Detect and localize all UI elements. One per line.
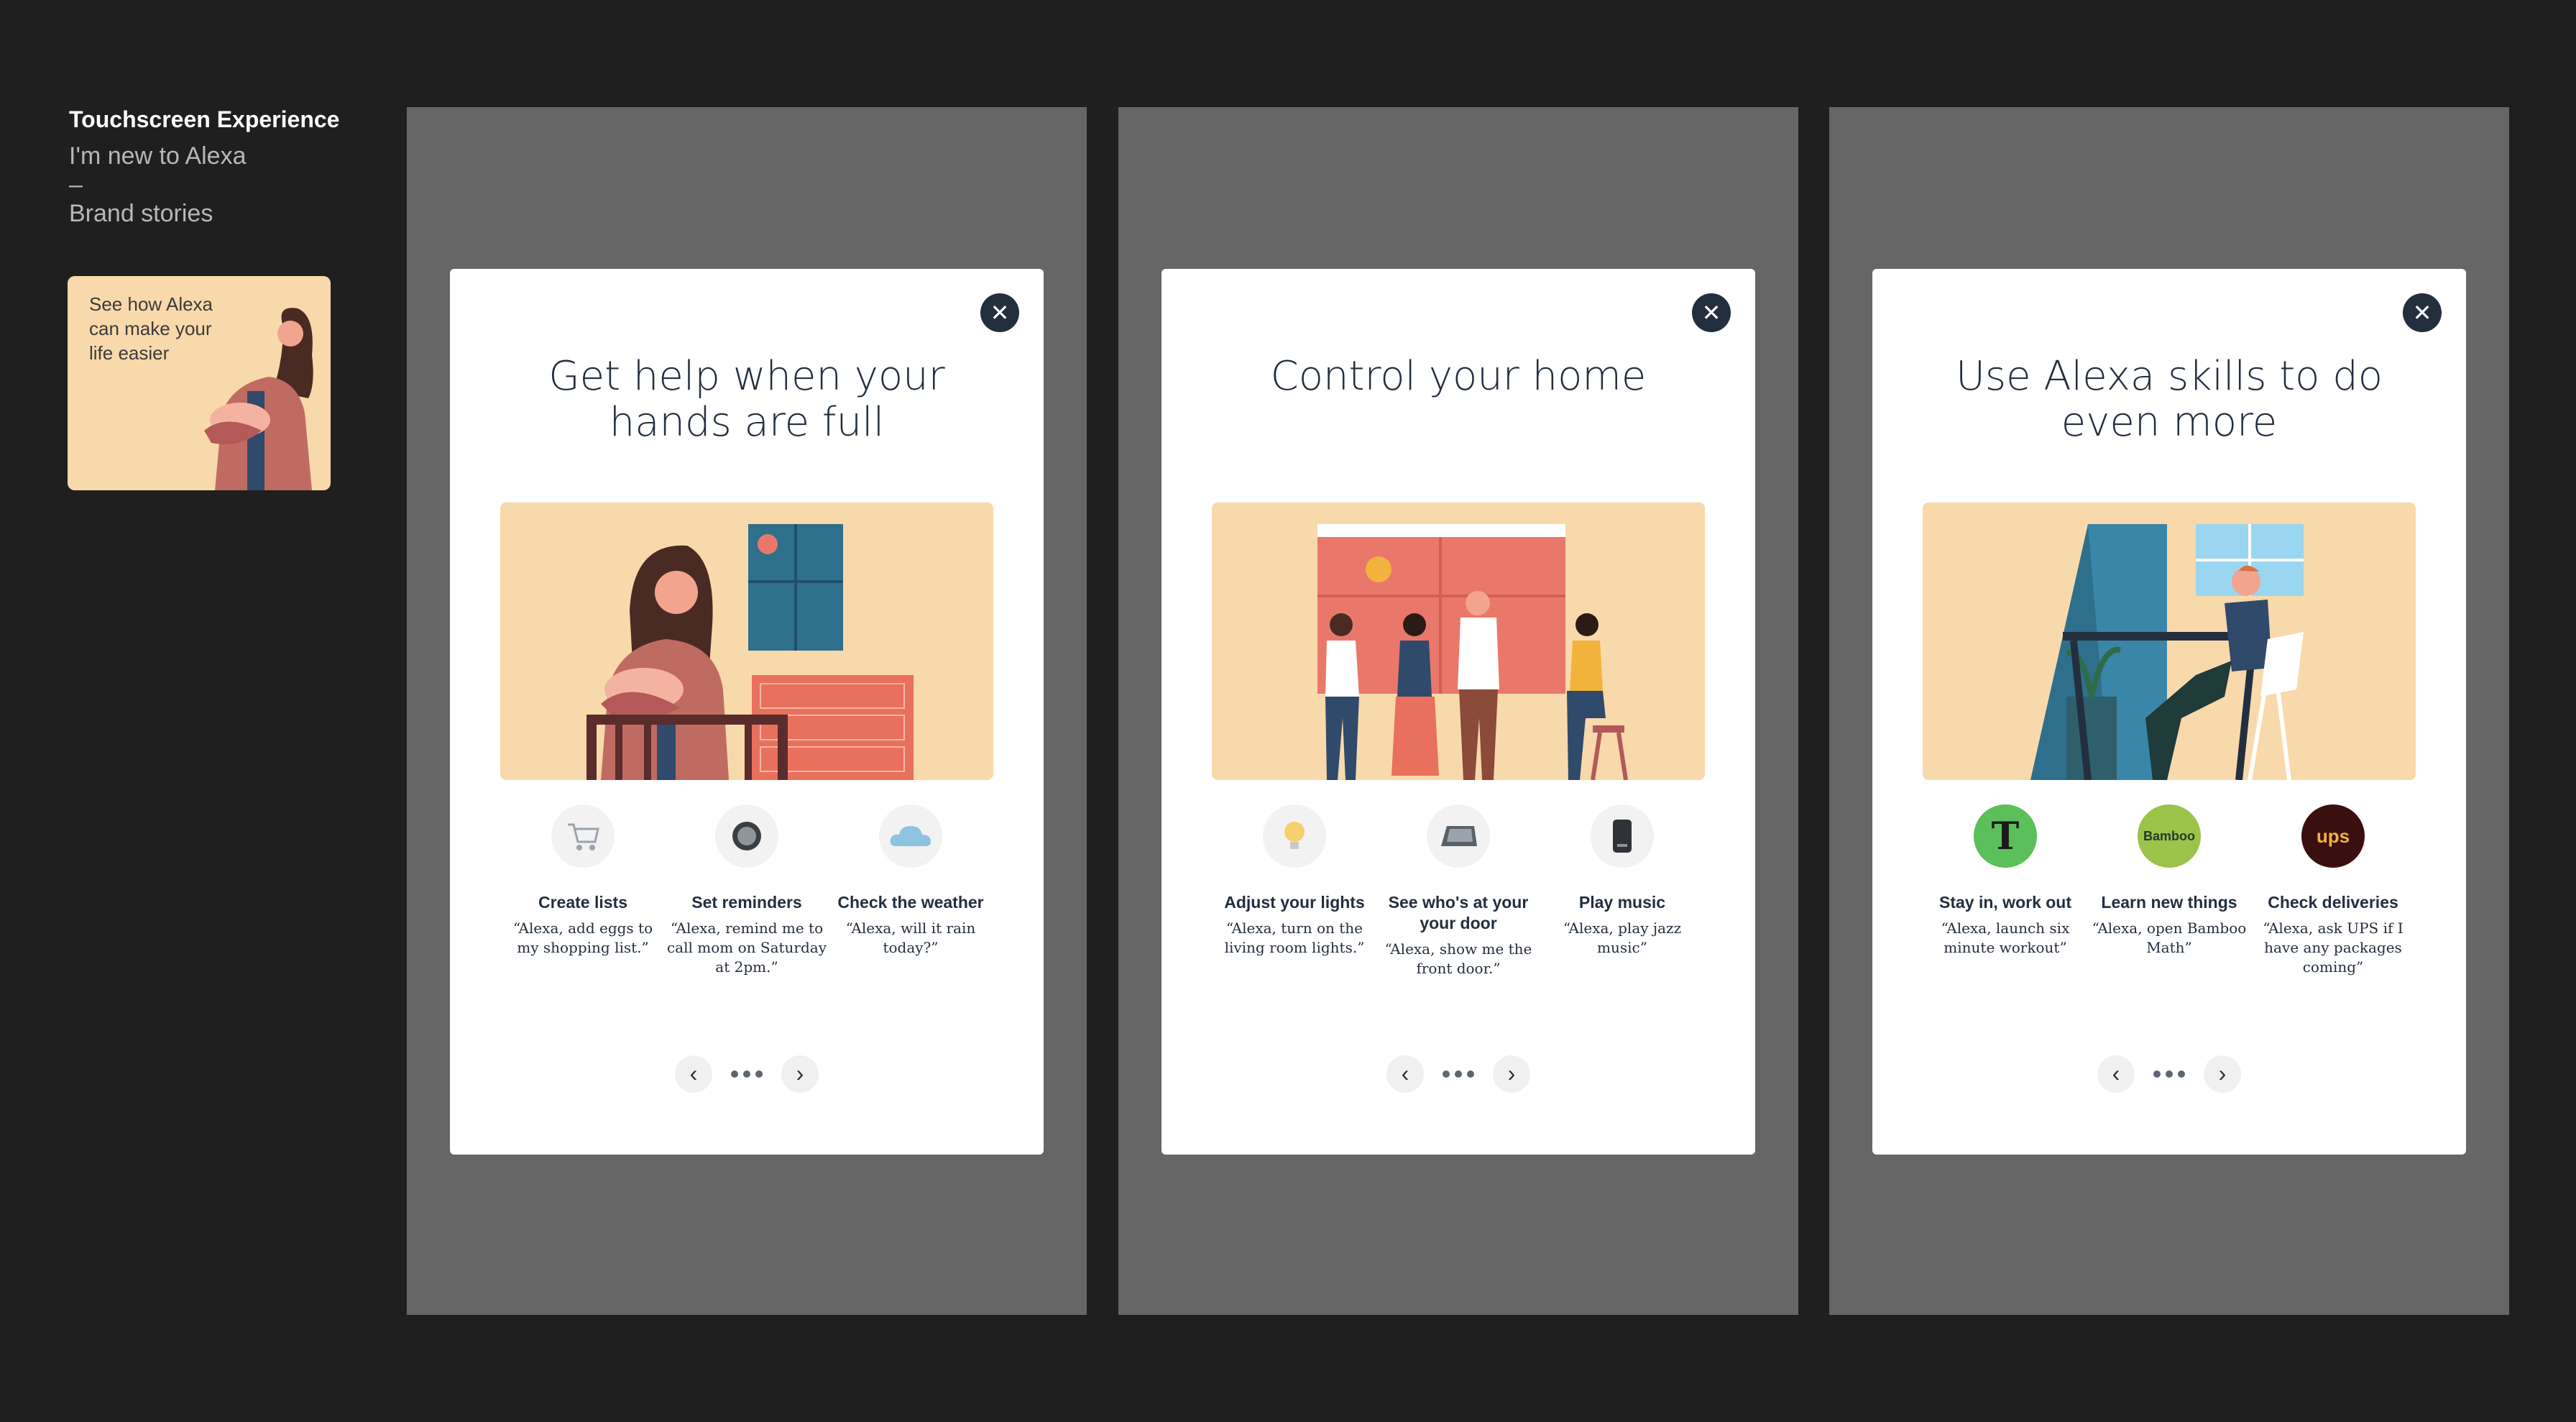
nav-link-new-to-alexa[interactable]: I'm new to Alexa <box>69 138 342 174</box>
next-button[interactable]: › <box>1493 1055 1530 1093</box>
feature-quote: “Alexa, ask UPS if I have any packages c… <box>2263 919 2404 976</box>
card-title: Use Alexa skills to do even more <box>1955 353 2383 446</box>
panel-3: ✕ Use Alexa skills to do even more T Sta… <box>1829 107 2509 1315</box>
feature-label: Check the weather <box>837 893 984 912</box>
page-dot[interactable] <box>1467 1070 1474 1078</box>
echo-dot-icon <box>715 804 778 868</box>
card-alexa-skills: ✕ Use Alexa skills to do even more T Sta… <box>1872 269 2466 1155</box>
nyt-logo-icon: T <box>1974 804 2037 868</box>
feature-label: Create lists <box>538 893 627 912</box>
page-dot[interactable] <box>1443 1070 1450 1078</box>
feature-label: Set reminders <box>691 893 802 912</box>
close-button[interactable]: ✕ <box>1692 293 1731 332</box>
card-hands-full: ✕ Get help when your hands are full Crea… <box>450 269 1044 1155</box>
page-dot[interactable] <box>755 1070 763 1078</box>
mother-holding-baby-illustration <box>204 308 313 490</box>
illustration-alexa-skills <box>1923 503 2416 780</box>
section-title: Touchscreen Experience <box>69 106 340 132</box>
page-dots <box>731 1070 763 1078</box>
pager: ‹ › <box>450 1055 1044 1093</box>
feature-quote: “Alexa, show me the front door.” <box>1384 940 1532 977</box>
shopping-cart-icon <box>551 804 615 868</box>
next-button[interactable]: › <box>2204 1055 2241 1093</box>
friends-at-home-illustration <box>1317 524 1628 780</box>
feature-quote: “Alexa, turn on the living room lights.” <box>1224 919 1365 956</box>
panel-2: ✕ Control your home Adjust your lights “… <box>1118 107 1798 1315</box>
feature-play-music[interactable]: Play music “Alexa, play jazz music” <box>1540 804 1705 958</box>
cloud-icon <box>879 804 942 868</box>
next-button[interactable]: › <box>781 1055 819 1093</box>
feature-check-weather[interactable]: Check the weather “Alexa, will it rain t… <box>828 804 993 958</box>
feature-quote: “Alexa, will it rain today?” <box>845 919 976 956</box>
ups-logo-text: ups <box>2316 825 2350 847</box>
man-at-desk-illustration <box>2030 524 2304 780</box>
page-dot[interactable] <box>2153 1070 2161 1078</box>
illustration-control-home <box>1212 503 1705 780</box>
close-button[interactable]: ✕ <box>2403 293 2442 332</box>
nav-separator: – <box>69 171 83 198</box>
panel-1: ✕ Get help when your hands are full Crea… <box>407 107 1087 1315</box>
page-dot[interactable] <box>731 1070 738 1078</box>
bamboo-logo-icon: Bamboo <box>2138 804 2201 868</box>
pager: ‹ › <box>1872 1055 2466 1093</box>
feature-label: Learn new things <box>2101 893 2237 912</box>
page-dot[interactable] <box>2178 1070 2185 1078</box>
page-dot[interactable] <box>2166 1070 2173 1078</box>
page-dots <box>2153 1070 2185 1078</box>
feature-label: See who's at your your door <box>1388 893 1529 932</box>
prev-button[interactable]: ‹ <box>2097 1055 2135 1093</box>
card-title: Control your home <box>1270 353 1647 400</box>
prev-button[interactable]: ‹ <box>1386 1055 1424 1093</box>
close-button[interactable]: ✕ <box>980 293 1019 332</box>
speaker-icon <box>1591 804 1654 868</box>
card-control-home: ✕ Control your home Adjust your lights “… <box>1162 269 1755 1155</box>
feature-label: Adjust your lights <box>1224 893 1365 912</box>
feature-check-deliveries[interactable]: ups Check deliveries “Alexa, ask UPS if … <box>2250 804 2416 977</box>
ups-logo-icon: ups <box>2301 804 2365 868</box>
feature-label: Stay in, work out <box>1938 893 2072 912</box>
camera-device-icon <box>1427 804 1490 868</box>
feature-stay-in-work-out[interactable]: T Stay in, work out “Alexa, launch six m… <box>1923 804 2088 958</box>
feature-quote: “Alexa, play jazz music” <box>1563 919 1682 956</box>
illustration-hands-full <box>500 503 993 780</box>
feature-learn-new-things[interactable]: Bamboo Learn new things “Alexa, open Bam… <box>2087 804 2252 958</box>
feature-quote: “Alexa, launch six minute workout” <box>1941 919 2070 956</box>
card-title: Get help when your hands are full <box>548 353 945 446</box>
pager: ‹ › <box>1162 1055 1755 1093</box>
feature-see-door[interactable]: See who's at your your door “Alexa, show… <box>1376 804 1541 978</box>
nav-link-brand-stories[interactable]: Brand stories <box>69 196 342 231</box>
prev-button[interactable]: ‹ <box>675 1055 712 1093</box>
page-dot[interactable] <box>743 1070 750 1078</box>
mother-baby-room-illustration <box>586 524 914 780</box>
page-dots <box>1443 1070 1474 1078</box>
brand-story-thumbnail[interactable]: See how Alexa can make your life easier <box>68 276 331 490</box>
feature-set-reminders[interactable]: Set reminders “Alexa, remind me to call … <box>664 804 829 977</box>
feature-quote: “Alexa, remind me to call mom on Saturda… <box>666 919 827 976</box>
feature-label: Play music <box>1578 893 1666 912</box>
feature-quote: “Alexa, open Bamboo Math” <box>2092 919 2247 956</box>
page-dot[interactable] <box>1455 1070 1462 1078</box>
feature-quote: “Alexa, add eggs to my shopping list.” <box>512 919 653 956</box>
feature-label: Check deliveries <box>2268 893 2398 912</box>
feature-adjust-lights[interactable]: Adjust your lights “Alexa, turn on the l… <box>1212 804 1377 958</box>
feature-create-lists[interactable]: Create lists “Alexa, add eggs to my shop… <box>500 804 666 958</box>
light-bulb-icon <box>1263 804 1326 868</box>
bamboo-logo-text: Bamboo <box>2143 828 2195 843</box>
sidebar: Touchscreen Experience I'm new to Alexa … <box>69 101 342 231</box>
